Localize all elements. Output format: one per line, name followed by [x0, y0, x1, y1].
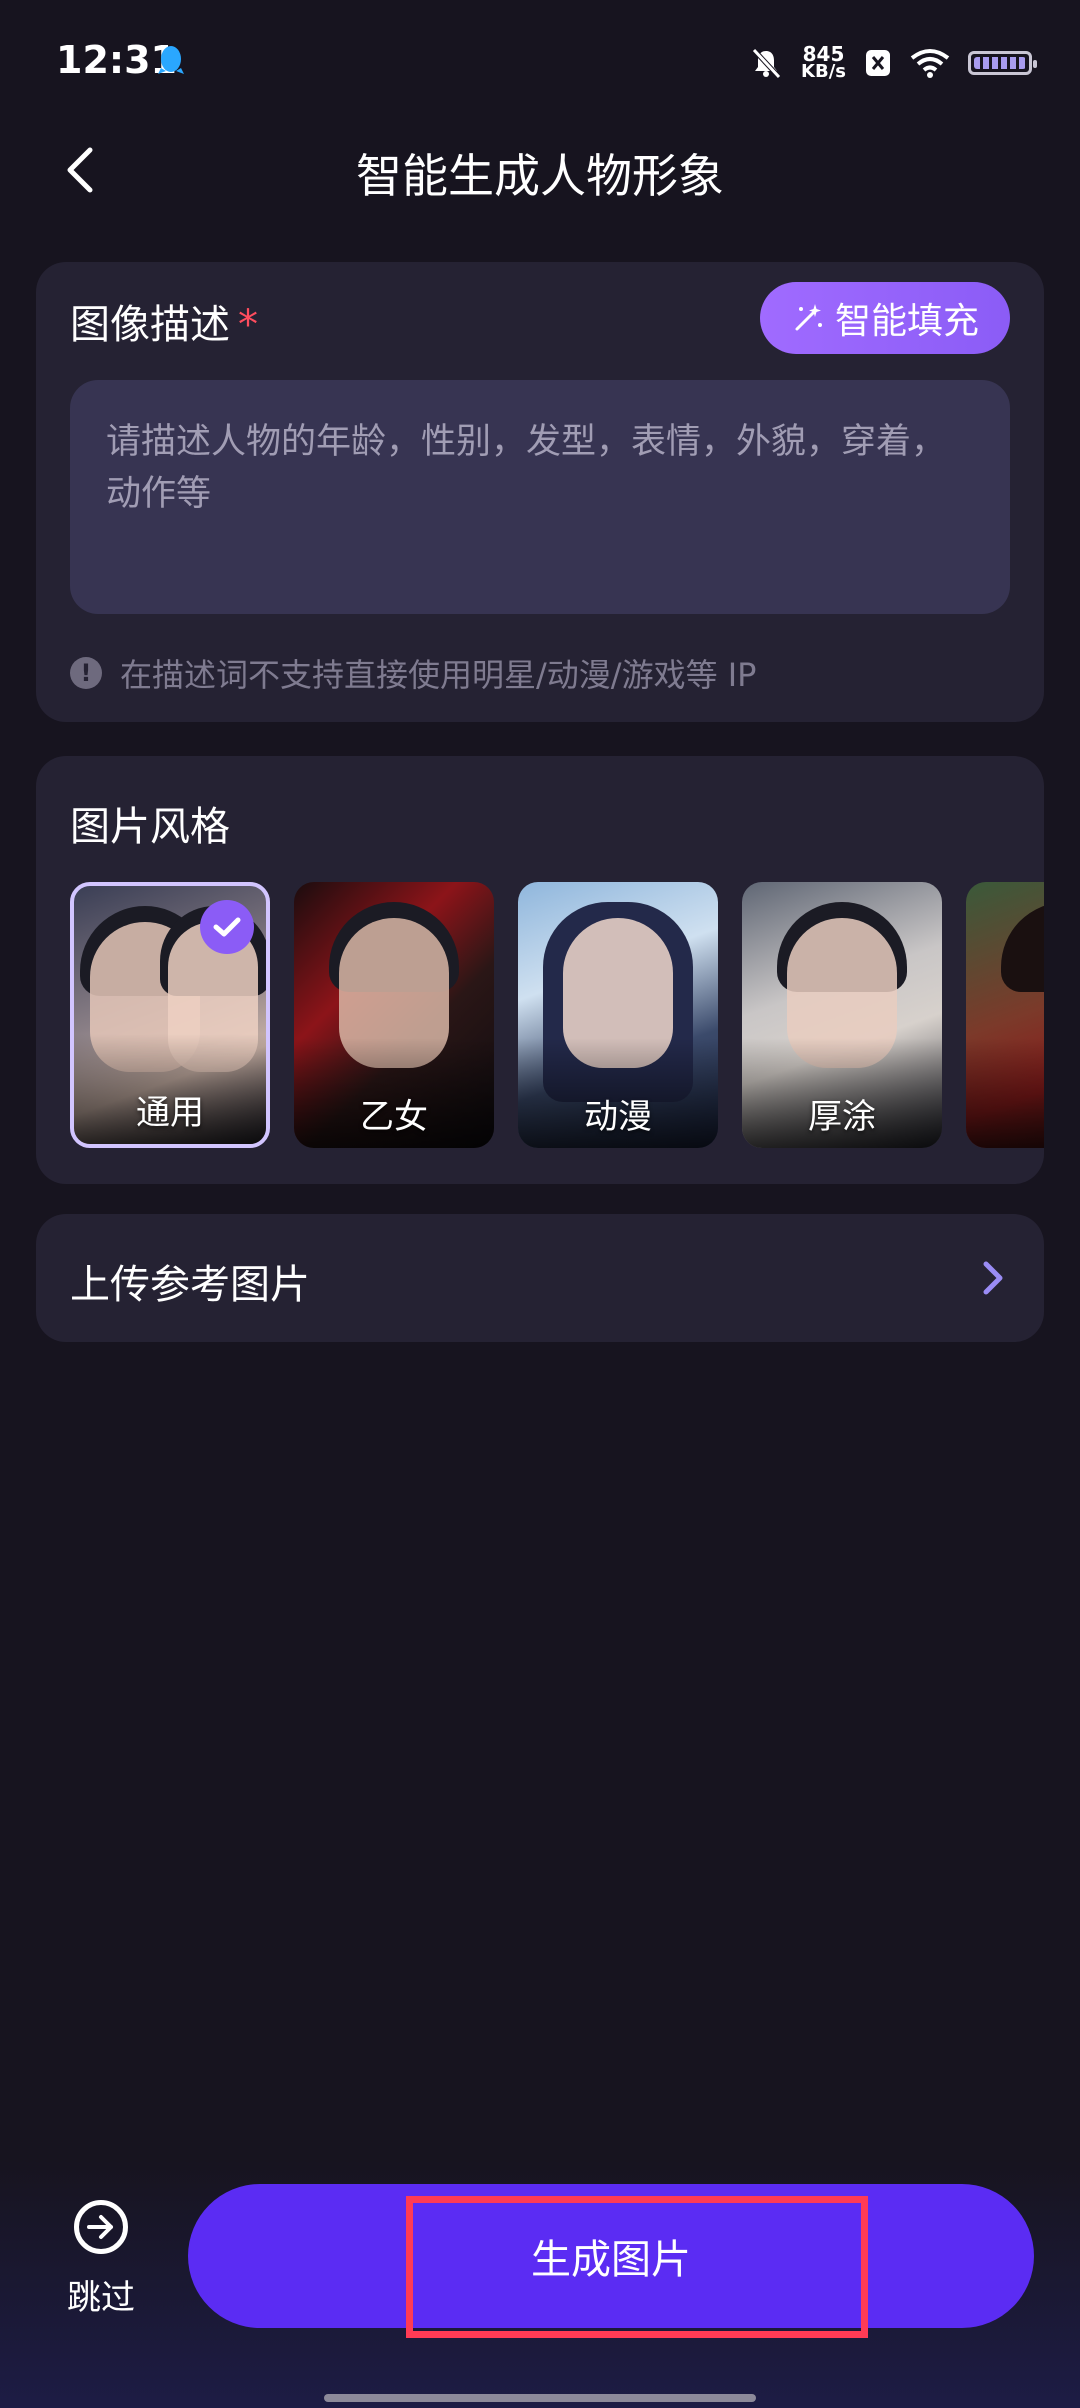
battery-icon	[968, 51, 1037, 75]
upload-label: 上传参考图片	[70, 1262, 310, 1308]
style-label: 动漫	[584, 1097, 652, 1137]
description-label: 图像描述	[70, 302, 230, 348]
style-label: 仙	[966, 1089, 1044, 1138]
chevron-right-icon	[983, 1261, 1003, 1295]
description-section-title: 图像描述 *	[70, 292, 258, 350]
style-option-general[interactable]: 通用	[70, 882, 270, 1148]
skip-label: 跳过	[67, 2278, 135, 2318]
qq-icon	[158, 46, 184, 74]
style-label: 厚涂	[808, 1097, 876, 1137]
home-indicator[interactable]	[324, 2394, 756, 2402]
sim-off-icon	[866, 50, 890, 76]
arrow-right-circle-icon	[74, 2200, 128, 2254]
description-card: 图像描述 * 智能填充 请描述人物的年龄，性别，发型，表情，外貌，穿着，动作等 !…	[36, 262, 1044, 722]
magic-wand-icon	[795, 304, 822, 331]
style-label: 通用	[136, 1093, 204, 1133]
status-icons: 845 KB/s	[749, 38, 1037, 88]
style-option-xian[interactable]: 仙	[966, 882, 1044, 1148]
style-option-anime[interactable]: 动漫	[518, 882, 718, 1148]
required-mark: *	[238, 302, 258, 348]
speed-unit: KB/s	[801, 61, 846, 82]
description-placeholder: 请描述人物的年龄，性别，发型，表情，外貌，穿着，动作等	[106, 422, 947, 514]
style-list: 通用 乙女 动漫 厚涂 仙	[70, 882, 1044, 1148]
notice-text: 在描述词不支持直接使用明星/动漫/游戏等 IP	[120, 656, 757, 694]
info-icon: !	[70, 657, 102, 689]
highlight-box	[406, 2196, 868, 2338]
page-title: 智能生成人物形象	[356, 149, 724, 203]
header: 智能生成人物形象	[0, 130, 1080, 210]
status-bar: 12:31 845 KB/s	[0, 0, 1080, 130]
style-section-title: 图片风格	[70, 804, 230, 850]
mute-bell-icon	[752, 48, 781, 79]
style-option-otome[interactable]: 乙女	[294, 882, 494, 1148]
check-icon	[200, 900, 254, 954]
smart-fill-button[interactable]: 智能填充	[760, 282, 1010, 354]
ip-notice: ! 在描述词不支持直接使用明星/动漫/游戏等 IP	[70, 650, 756, 696]
wifi-icon	[910, 49, 950, 78]
network-speed: 845 KB/s	[801, 44, 846, 82]
skip-button[interactable]: 跳过	[56, 2200, 146, 2319]
style-option-thick-paint[interactable]: 厚涂	[742, 882, 942, 1148]
smart-fill-label: 智能填充	[834, 301, 979, 342]
style-label: 乙女	[360, 1097, 428, 1137]
description-input[interactable]: 请描述人物的年龄，性别，发型，表情，外貌，穿着，动作等	[70, 380, 1010, 614]
bottom-bar: 跳过 生成图片	[0, 2160, 1080, 2408]
upload-reference-row[interactable]: 上传参考图片	[36, 1214, 1044, 1342]
style-card: 图片风格 通用 乙女 动漫 厚涂	[36, 756, 1044, 1184]
